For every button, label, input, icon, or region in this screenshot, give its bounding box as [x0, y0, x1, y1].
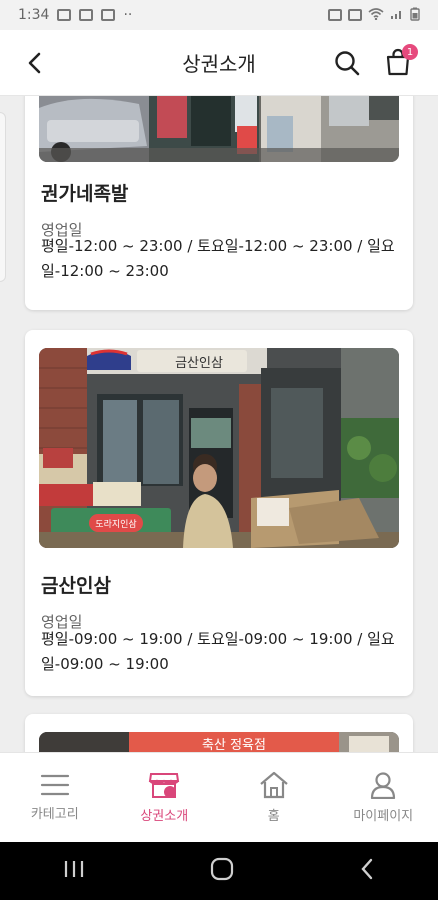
nav-my-page[interactable]: 마이페이지	[329, 753, 438, 842]
product-box-label: 도라지인삼	[95, 519, 136, 530]
more-notifications: ··	[123, 7, 133, 23]
system-home-button[interactable]	[210, 857, 234, 885]
nav-category[interactable]: 카테고리	[0, 753, 110, 842]
nav-store-intro-label: 상권소개	[140, 809, 189, 824]
hours-text: 평일-09:00 ~ 19:00 / 토요일-09:00 ~ 19:00 / 일…	[41, 630, 395, 673]
cart-button[interactable]: 1	[380, 44, 418, 80]
person-icon	[371, 772, 396, 799]
system-back-button[interactable]	[359, 858, 375, 884]
store-card[interactable]: 권가네족발 영업일 평일-12:00 ~ 23:00 / 토요일-12:00 ~…	[25, 96, 413, 310]
nav-my-page-label: 마이페이지	[353, 809, 414, 824]
store-photo	[39, 96, 399, 162]
shop-sign: 금산인삼	[175, 356, 223, 371]
store-name: 금산인삼	[41, 575, 111, 597]
wifi-icon	[368, 7, 384, 23]
side-drawer-handle[interactable]	[0, 112, 6, 282]
status-bar: 1:34 ··	[0, 0, 438, 30]
recent-apps-icon	[64, 861, 83, 877]
bottom-nav: 카테고리 상권소개 홈 마이페이지	[0, 752, 438, 842]
system-nav-bar	[0, 842, 438, 900]
nav-home-label: 홈	[267, 809, 280, 824]
back-arrow-icon	[361, 858, 373, 880]
battery-icon	[410, 7, 420, 24]
notification-icon	[57, 9, 72, 21]
status-time: 1:34	[18, 7, 50, 23]
store-photo: 축산 정육점	[39, 732, 399, 752]
store-icon	[149, 773, 180, 798]
app-header: 상권소개 1	[0, 30, 438, 96]
chevron-left-icon	[28, 52, 41, 74]
store-list[interactable]: 권가네족발 영업일 평일-12:00 ~ 23:00 / 토요일-12:00 ~…	[0, 96, 438, 752]
search-icon	[335, 51, 360, 76]
home-icon	[260, 771, 288, 799]
page-title: 상권소개	[182, 52, 256, 76]
recent-apps-button[interactable]	[63, 859, 85, 883]
shop-sign: 축산 정육점	[202, 738, 266, 752]
search-button[interactable]	[330, 46, 364, 80]
message-icon	[79, 9, 94, 21]
store-photo: 금산인삼 도라지인삼	[39, 348, 399, 548]
menu-icon	[40, 774, 69, 796]
nav-home[interactable]: 홈	[219, 753, 329, 842]
store-name: 권가네족발	[41, 183, 129, 205]
cart-count-badge: 1	[402, 44, 418, 60]
home-circle-icon	[210, 857, 234, 881]
nav-store-intro[interactable]: 상권소개	[110, 753, 220, 842]
store-card[interactable]: 금산인삼 도라지인삼 금산인삼 영업일 평일-09:00 ~ 19:00 / 토…	[25, 330, 413, 696]
nav-category-label: 카테고리	[30, 807, 79, 822]
hours-text: 평일-12:00 ~ 23:00 / 토요일-12:00 ~ 23:00 / 일…	[41, 237, 395, 280]
back-button[interactable]	[18, 46, 52, 80]
mute-icon	[348, 9, 362, 21]
app-icon	[101, 9, 116, 21]
store-card[interactable]: 축산 정육점	[25, 714, 413, 752]
alarm-icon	[328, 9, 342, 21]
signal-icon	[390, 8, 404, 23]
